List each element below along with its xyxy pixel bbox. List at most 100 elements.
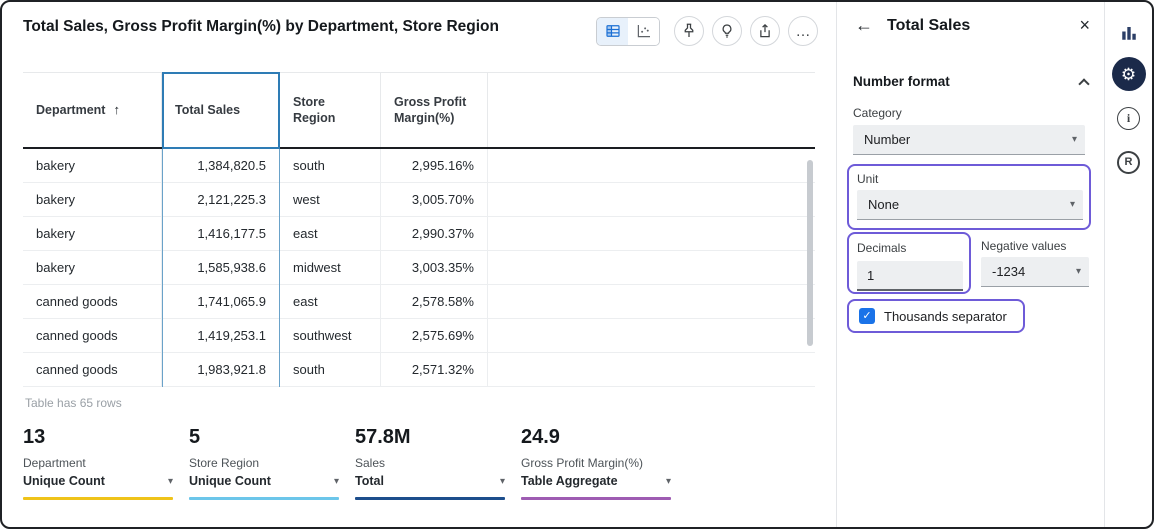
summary-underline <box>23 497 173 500</box>
aggregate-label: Table Aggregate <box>521 474 618 488</box>
brand-logo-button[interactable]: R <box>1116 149 1142 175</box>
app-window: Total Sales, Gross Profit Margin(%) by D… <box>0 0 1154 529</box>
table-row[interactable]: canned goods 1,983,921.8 south 2,571.32% <box>23 353 815 387</box>
cell-store-region[interactable]: west <box>280 183 381 216</box>
table-row[interactable]: bakery 1,384,820.5 south 2,995.16% <box>23 149 815 183</box>
close-panel-button[interactable]: × <box>1079 15 1090 36</box>
panel-header: ← Total Sales × <box>855 15 1090 36</box>
negative-values-value: -1234 <box>992 264 1025 279</box>
cell-store-region[interactable]: midwest <box>280 251 381 284</box>
more-options-button[interactable]: … <box>788 16 818 46</box>
table-row[interactable]: bakery 1,585,938.6 midwest 3,003.35% <box>23 251 815 285</box>
column-header-total-sales[interactable]: Total Sales <box>162 73 280 147</box>
table-view-button[interactable] <box>597 18 628 45</box>
element-type-button[interactable] <box>1116 20 1142 46</box>
cell-filler <box>488 149 815 182</box>
table-row[interactable]: canned goods 1,741,065.9 east 2,578.58% <box>23 285 815 319</box>
aggregate-label: Unique Count <box>189 474 271 488</box>
negative-values-select[interactable]: -1234 ▾ <box>981 257 1089 287</box>
caret-down-icon: ▾ <box>500 476 505 487</box>
pin-button[interactable] <box>674 16 704 46</box>
summary-value: 5 <box>189 426 339 449</box>
suggestions-button[interactable] <box>712 16 742 46</box>
cell-department[interactable]: bakery <box>23 149 162 182</box>
cell-total-sales[interactable]: 2,121,225.3 <box>162 183 280 216</box>
cell-department[interactable]: canned goods <box>23 285 162 318</box>
summary-label: Department <box>23 456 173 470</box>
cell-department[interactable]: bakery <box>23 183 162 216</box>
column-header-label: Store Region <box>293 94 367 127</box>
number-format-section-header[interactable]: Number format <box>853 74 1088 89</box>
category-select[interactable]: Number ▾ <box>853 125 1085 155</box>
cell-gross-profit-margin[interactable]: 2,990.37% <box>381 217 488 250</box>
summary-label: Gross Profit Margin(%) <box>521 456 671 470</box>
caret-down-icon: ▾ <box>1072 134 1077 145</box>
cell-filler <box>488 183 815 216</box>
gear-icon: ⚙ <box>1121 66 1136 83</box>
table-row[interactable]: bakery 2,121,225.3 west 3,005.70% <box>23 183 815 217</box>
aggregate-dropdown[interactable]: Unique Count ▾ <box>189 474 339 488</box>
cell-filler <box>488 285 815 318</box>
main-toolbar: … <box>596 16 818 46</box>
caret-down-icon: ▾ <box>334 476 339 487</box>
cell-gross-profit-margin[interactable]: 3,003.35% <box>381 251 488 284</box>
sort-asc-icon[interactable]: ↑ <box>113 102 120 119</box>
table-row[interactable]: canned goods 1,419,253.1 southwest 2,575… <box>23 319 815 353</box>
section-title: Number format <box>853 74 950 89</box>
caret-down-icon: ▾ <box>168 476 173 487</box>
share-button[interactable] <box>750 16 780 46</box>
caret-down-icon: ▾ <box>1070 199 1075 210</box>
format-settings-button[interactable]: ⚙ <box>1112 57 1146 91</box>
brand-logo-icon: R <box>1117 151 1140 174</box>
summary-label: Store Region <box>189 456 339 470</box>
cell-department[interactable]: bakery <box>23 251 162 284</box>
back-button[interactable]: ← <box>855 15 877 36</box>
cell-total-sales[interactable]: 1,384,820.5 <box>162 149 280 182</box>
column-header-department[interactable]: Department ↑ <box>23 73 162 147</box>
cell-store-region[interactable]: south <box>280 353 381 386</box>
cell-total-sales[interactable]: 1,416,177.5 <box>162 217 280 250</box>
chart-icon <box>635 22 653 40</box>
check-icon: ✓ <box>862 311 871 322</box>
cell-total-sales[interactable]: 1,585,938.6 <box>162 251 280 284</box>
thousands-highlight-box: ✓ Thousands separator <box>847 299 1025 333</box>
summary-underline <box>355 497 505 500</box>
cell-total-sales[interactable]: 1,419,253.1 <box>162 319 280 352</box>
negative-values-label: Negative values <box>981 239 1066 253</box>
lightbulb-icon <box>718 22 736 40</box>
cell-gross-profit-margin[interactable]: 2,575.69% <box>381 319 488 352</box>
cell-store-region[interactable]: east <box>280 217 381 250</box>
cell-store-region[interactable]: southwest <box>280 319 381 352</box>
cell-gross-profit-margin[interactable]: 2,995.16% <box>381 149 488 182</box>
cell-store-region[interactable]: south <box>280 149 381 182</box>
cell-gross-profit-margin[interactable]: 2,578.58% <box>381 285 488 318</box>
aggregate-dropdown[interactable]: Table Aggregate ▾ <box>521 474 671 488</box>
cell-store-region[interactable]: east <box>280 285 381 318</box>
aggregate-dropdown[interactable]: Unique Count ▾ <box>23 474 173 488</box>
aggregate-dropdown[interactable]: Total ▾ <box>355 474 505 488</box>
unit-highlight-box: Unit None ▾ <box>847 164 1091 230</box>
summary-value: 13 <box>23 426 173 449</box>
cell-department[interactable]: canned goods <box>23 319 162 352</box>
collapse-chevron-icon <box>1078 78 1089 89</box>
table-row[interactable]: bakery 1,416,177.5 east 2,990.37% <box>23 217 815 251</box>
chart-view-button[interactable] <box>628 18 659 45</box>
cell-department[interactable]: bakery <box>23 217 162 250</box>
table-scrollbar[interactable] <box>807 160 813 346</box>
decimals-input[interactable] <box>857 261 963 291</box>
cell-gross-profit-margin[interactable]: 2,571.32% <box>381 353 488 386</box>
cell-total-sales[interactable]: 1,741,065.9 <box>162 285 280 318</box>
bar-chart-icon <box>1120 24 1138 42</box>
info-button[interactable]: i <box>1116 105 1142 131</box>
summary-card-sales: 57.8M Sales Total ▾ <box>355 426 505 500</box>
cell-total-sales[interactable]: 1,983,921.8 <box>162 353 280 386</box>
unit-select[interactable]: None ▾ <box>857 190 1083 220</box>
column-header-gross-profit-margin[interactable]: Gross Profit Margin(%) <box>381 73 488 147</box>
back-arrow-icon: ← <box>855 15 873 35</box>
thousands-separator-checkbox[interactable]: ✓ <box>859 308 875 324</box>
column-header-store-region[interactable]: Store Region <box>280 73 381 147</box>
column-header-label: Gross Profit Margin(%) <box>394 94 474 127</box>
cell-gross-profit-margin[interactable]: 3,005.70% <box>381 183 488 216</box>
cell-department[interactable]: canned goods <box>23 353 162 386</box>
page-title: Total Sales, Gross Profit Margin(%) by D… <box>23 18 499 36</box>
